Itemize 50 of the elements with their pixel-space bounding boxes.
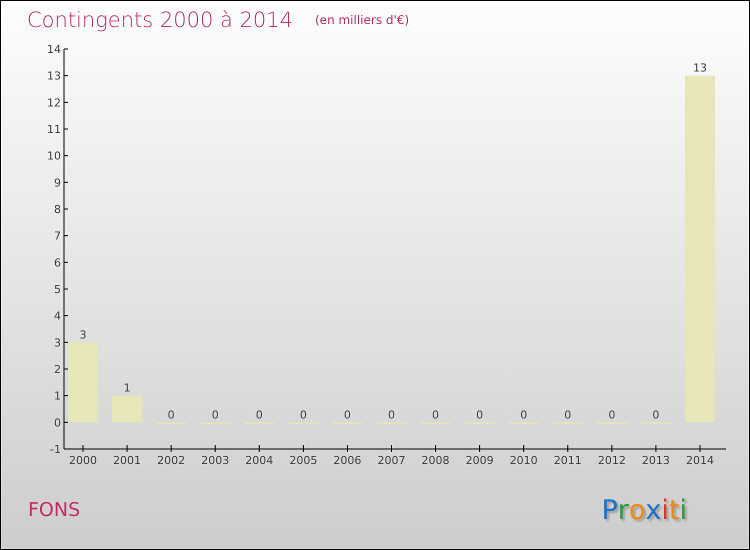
y-tick-label: 8	[54, 203, 61, 216]
y-tick-label: 13	[47, 70, 61, 83]
data-label: 0	[520, 408, 528, 422]
place-name: FONS	[28, 499, 80, 521]
x-tick-label: 2005	[289, 454, 318, 467]
data-label: 0	[432, 408, 440, 422]
x-tick-label: 2003	[201, 454, 230, 467]
x-tick-label: 2004	[245, 454, 274, 467]
chart-title: Contingents 2000 à 2014	[27, 8, 293, 32]
x-tick-label: 2007	[378, 454, 406, 467]
data-label: 0	[212, 408, 219, 422]
data-label: 1	[124, 382, 131, 395]
data-label: 3	[80, 328, 86, 342]
data-label: 0	[652, 408, 660, 422]
data-label: 13	[692, 62, 707, 75]
y-tick-label: 3	[54, 336, 61, 350]
y-tick-label: 12	[47, 96, 61, 110]
x-tick-label: 2014	[686, 454, 714, 467]
y-tick-label: -1	[50, 443, 61, 456]
y-tick-label: 5	[54, 283, 61, 296]
data-label: 0	[608, 408, 616, 422]
y-tick-label: 4	[54, 310, 61, 323]
logo: Proxiti	[601, 494, 687, 526]
y-tick-label: 9	[54, 176, 61, 190]
y-tick-label: 14	[47, 43, 61, 56]
x-tick-label: 2002	[157, 454, 186, 467]
y-tick-label: 1	[54, 390, 61, 403]
y-tick-label: 2	[54, 363, 61, 376]
data-label: 0	[256, 408, 263, 422]
x-tick-label: 2011	[554, 454, 582, 467]
y-tick-label: 0	[54, 416, 61, 430]
x-tick-label: 2000	[69, 454, 97, 467]
x-tick-label: 2001	[113, 454, 142, 467]
y-tick-label: 11	[47, 123, 61, 136]
data-label: 0	[476, 408, 484, 422]
data-label: 0	[168, 408, 175, 422]
y-tick-label: 7	[54, 230, 61, 243]
data-label: 0	[564, 408, 572, 422]
y-tick-label: 6	[54, 256, 61, 270]
data-label: 0	[388, 408, 395, 422]
x-tick-label: 2008	[422, 454, 450, 467]
x-tick-label: 2009	[466, 454, 494, 467]
x-tick-label: 2010	[510, 454, 538, 467]
y-tick-label: 10	[47, 150, 61, 163]
x-tick-label: 2006	[333, 454, 362, 467]
chart-subtitle: (en milliers d'€)	[315, 13, 410, 27]
x-tick-label: 2013	[642, 454, 670, 467]
data-label: 0	[300, 408, 307, 422]
x-tick-label: 2012	[598, 454, 626, 467]
data-label: 0	[344, 408, 351, 422]
